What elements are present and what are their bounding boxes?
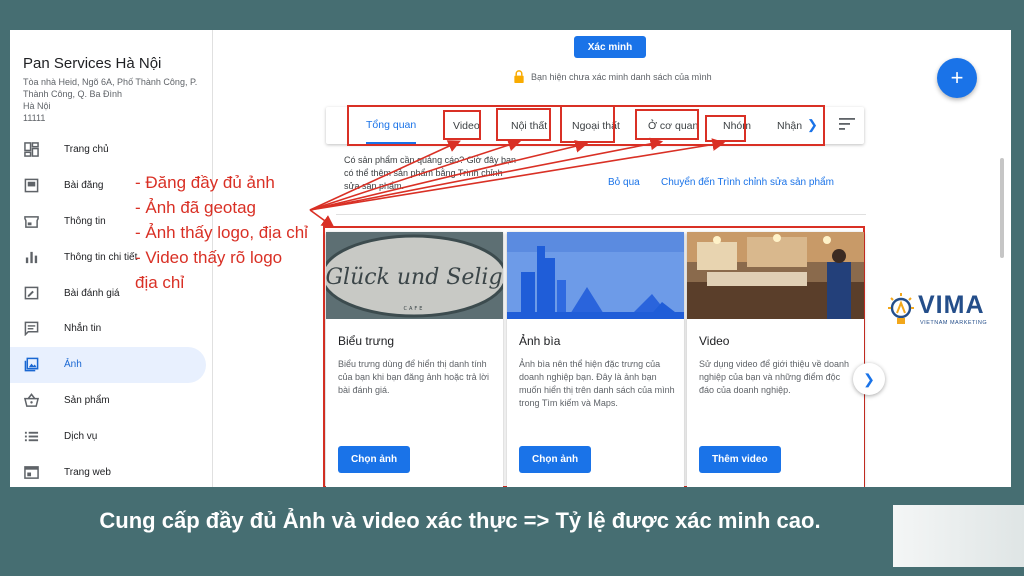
skip-link[interactable]: Bỏ qua: [608, 177, 640, 188]
list-icon: [24, 429, 39, 444]
add-fab-button[interactable]: +: [937, 58, 977, 98]
tab-video-highlight: [443, 110, 481, 140]
sidebar-item-label: Trang chủ: [64, 144, 109, 156]
card-desc: Ảnh bìa nên thể hiện đặc trưng của doanh…: [519, 359, 675, 408]
decorative-panel: [893, 505, 1024, 567]
tab-at-work-highlight: [635, 109, 699, 140]
sidebar-item-label: Bài đăng: [64, 180, 104, 192]
sidebar-item-label: Thông tin: [64, 215, 106, 227]
review-icon: [24, 286, 39, 301]
sidebar-item-label: Bài đánh giá: [64, 287, 120, 299]
card-cover: Ảnh bìa Ảnh bìa nên thể hiện đặc trưng c…: [507, 232, 684, 487]
brand-tagline: VIETNAM MARKETING: [920, 320, 988, 326]
web-icon: [24, 465, 39, 480]
sort-icon[interactable]: [839, 117, 855, 131]
gbp-screenshot: Pan Services Hà Nội Tòa nhà Heid, Ngõ 6A…: [10, 30, 1011, 487]
vima-logo: VIMA VIETNAM MARKETING: [884, 291, 1000, 331]
card-desc: Biểu trưng dùng để hiển thị danh tính củ…: [338, 359, 490, 395]
sidebar-item-services[interactable]: Dịch vụ: [10, 418, 213, 454]
sidebar-item-photos[interactable]: Ảnh: [10, 346, 206, 383]
card-video: Video Sử dụng video để giới thiệu về doa…: [687, 232, 864, 487]
slide-caption: Cung cấp đầy đủ Ảnh và video xác thực =>…: [99, 508, 821, 533]
brand-name: VIMA: [918, 291, 985, 319]
sidebar-item-messages[interactable]: Nhắn tin: [10, 311, 213, 347]
product-promo-text: Có sản phẩm cần quảng cáo? Giờ đây bạn c…: [344, 155, 517, 191]
bar-chart-icon: [24, 250, 39, 265]
verification-notice: Bạn hiện chưa xác minh danh sách của mìn…: [513, 70, 712, 83]
business-address: Tòa nhà Heid, Ngõ 6A, Phố Thành Công, P.…: [23, 77, 198, 123]
logo-sub-text: CAFE: [404, 306, 425, 312]
card-logo: Glück und Selig CAFE Biểu trưng Biểu trư…: [326, 232, 503, 487]
sidebar-item-label: Sản phẩm: [64, 394, 110, 406]
store-icon: [24, 214, 39, 229]
photo-icon: [24, 357, 39, 372]
product-editor-link[interactable]: Chuyển đến Trình chỉnh sửa sản phẩm: [661, 177, 834, 188]
choose-cover-button[interactable]: Chọn ảnh: [519, 446, 592, 473]
verify-button[interactable]: Xác minh: [574, 36, 646, 58]
dashboard-icon: [24, 142, 39, 158]
lock-icon: [514, 70, 524, 83]
sidebar-item-products[interactable]: Sản phẩm: [10, 383, 213, 419]
sidebar-item-home[interactable]: Trang chủ: [10, 132, 213, 168]
card-title: Biểu trưng: [338, 334, 395, 348]
cover-image: [507, 232, 684, 319]
card-desc: Sử dụng video để giới thiệu về doanh ngh…: [699, 359, 850, 395]
message-icon: [24, 321, 39, 337]
logo-image: Glück und Selig CAFE: [326, 232, 503, 319]
add-video-button[interactable]: Thêm video: [699, 446, 781, 473]
business-name: Pan Services Hà Nội: [23, 55, 162, 72]
sidebar-item-label: Nhắn tin: [64, 323, 102, 335]
post-icon: [24, 178, 39, 193]
carousel-next-button[interactable]: ❯: [853, 363, 885, 395]
scrollbar[interactable]: [1000, 158, 1004, 258]
sidebar-item-label: Ảnh: [64, 359, 82, 371]
tab-team-highlight: [705, 115, 746, 142]
choose-logo-button[interactable]: Chọn ảnh: [338, 446, 411, 473]
divider: [336, 214, 866, 215]
basket-icon: [24, 393, 39, 408]
logo-script-text: Glück und Selig: [326, 265, 503, 290]
chevron-right-icon: ❯: [863, 370, 875, 387]
sidebar-item-website[interactable]: Trang web: [10, 454, 213, 487]
tab-exterior-highlight: [560, 105, 615, 143]
card-title: Video: [699, 334, 730, 348]
card-title: Ảnh bìa: [519, 334, 561, 348]
sidebar-item-label: Dịch vụ: [64, 430, 98, 442]
annotation-text: - Đăng đầy đủ ảnh - Ảnh đã geotag - Ảnh …: [135, 173, 308, 292]
lightbulb-icon: [888, 293, 914, 324]
sidebar-item-label: Trang web: [64, 466, 111, 478]
tab-interior-highlight: [496, 108, 551, 141]
sidebar-item-label: Thông tin chi tiết: [64, 251, 138, 263]
video-thumbnail: [687, 232, 864, 319]
